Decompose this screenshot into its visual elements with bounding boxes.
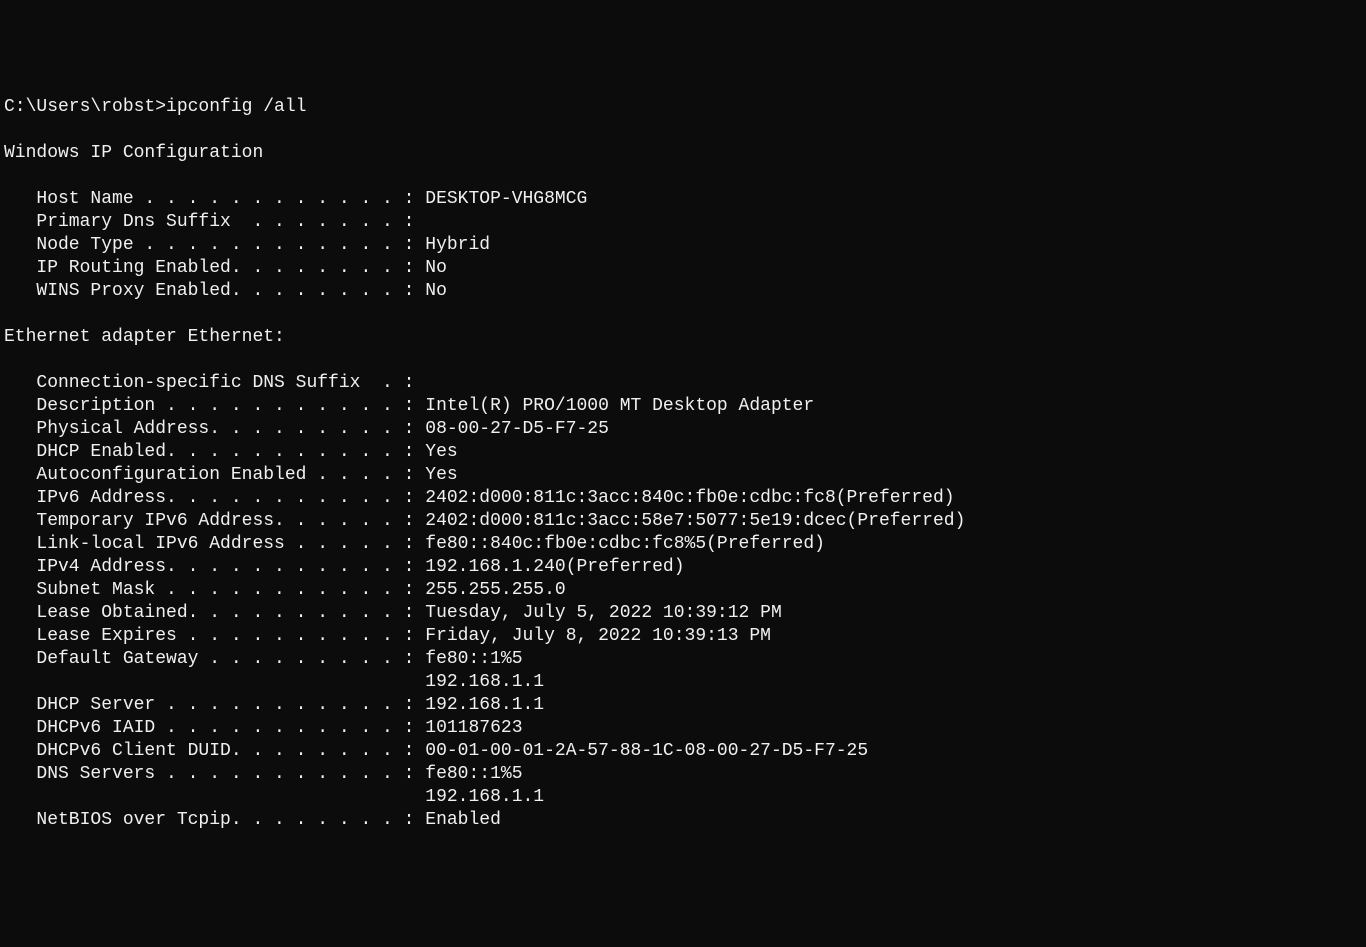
section-header-windows-ip: Windows IP Configuration xyxy=(4,143,263,163)
dns-servers-line2: 192.168.1.1 xyxy=(4,787,544,807)
ipv4-address-line: IPv4 Address. . . . . . . . . . . : 192.… xyxy=(4,557,685,577)
temp-ipv6-line: Temporary IPv6 Address. . . . . . : 2402… xyxy=(4,511,965,531)
linklocal-ipv6-line: Link-local IPv6 Address . . . . . : fe80… xyxy=(4,534,825,554)
description-line: Description . . . . . . . . . . . : Inte… xyxy=(4,396,814,416)
subnet-mask-line: Subnet Mask . . . . . . . . . . . : 255.… xyxy=(4,580,566,600)
dhcpv6-duid-line: DHCPv6 Client DUID. . . . . . . . : 00-0… xyxy=(4,741,868,761)
dhcp-enabled-line: DHCP Enabled. . . . . . . . . . . : Yes xyxy=(4,442,458,462)
ip-routing-line: IP Routing Enabled. . . . . . . . : No xyxy=(4,258,447,278)
ipv6-address-line: IPv6 Address. . . . . . . . . . . : 2402… xyxy=(4,488,955,508)
default-gateway-line: Default Gateway . . . . . . . . . : fe80… xyxy=(4,649,523,669)
lease-obtained-line: Lease Obtained. . . . . . . . . . : Tues… xyxy=(4,603,782,623)
wins-proxy-line: WINS Proxy Enabled. . . . . . . . : No xyxy=(4,281,447,301)
section-header-ethernet: Ethernet adapter Ethernet: xyxy=(4,327,285,347)
lease-expires-line: Lease Expires . . . . . . . . . . : Frid… xyxy=(4,626,771,646)
default-gateway-line2: 192.168.1.1 xyxy=(4,672,544,692)
primary-dns-line: Primary Dns Suffix . . . . . . . : xyxy=(4,212,414,232)
netbios-line: NetBIOS over Tcpip. . . . . . . . : Enab… xyxy=(4,810,501,830)
prompt: C:\Users\robst> xyxy=(4,97,166,117)
dhcp-server-line: DHCP Server . . . . . . . . . . . : 192.… xyxy=(4,695,544,715)
node-type-line: Node Type . . . . . . . . . . . . : Hybr… xyxy=(4,235,490,255)
conn-dns-line: Connection-specific DNS Suffix . : xyxy=(4,373,414,393)
dns-servers-line: DNS Servers . . . . . . . . . . . : fe80… xyxy=(4,764,523,784)
host-name-line: Host Name . . . . . . . . . . . . : DESK… xyxy=(4,189,587,209)
dhcpv6-iaid-line: DHCPv6 IAID . . . . . . . . . . . : 1011… xyxy=(4,718,523,738)
autoconfig-line: Autoconfiguration Enabled . . . . : Yes xyxy=(4,465,458,485)
physical-address-line: Physical Address. . . . . . . . . : 08-0… xyxy=(4,419,609,439)
command: ipconfig /all xyxy=(166,97,306,117)
terminal-output[interactable]: C:\Users\robst>ipconfig /all Windows IP … xyxy=(4,96,1362,832)
